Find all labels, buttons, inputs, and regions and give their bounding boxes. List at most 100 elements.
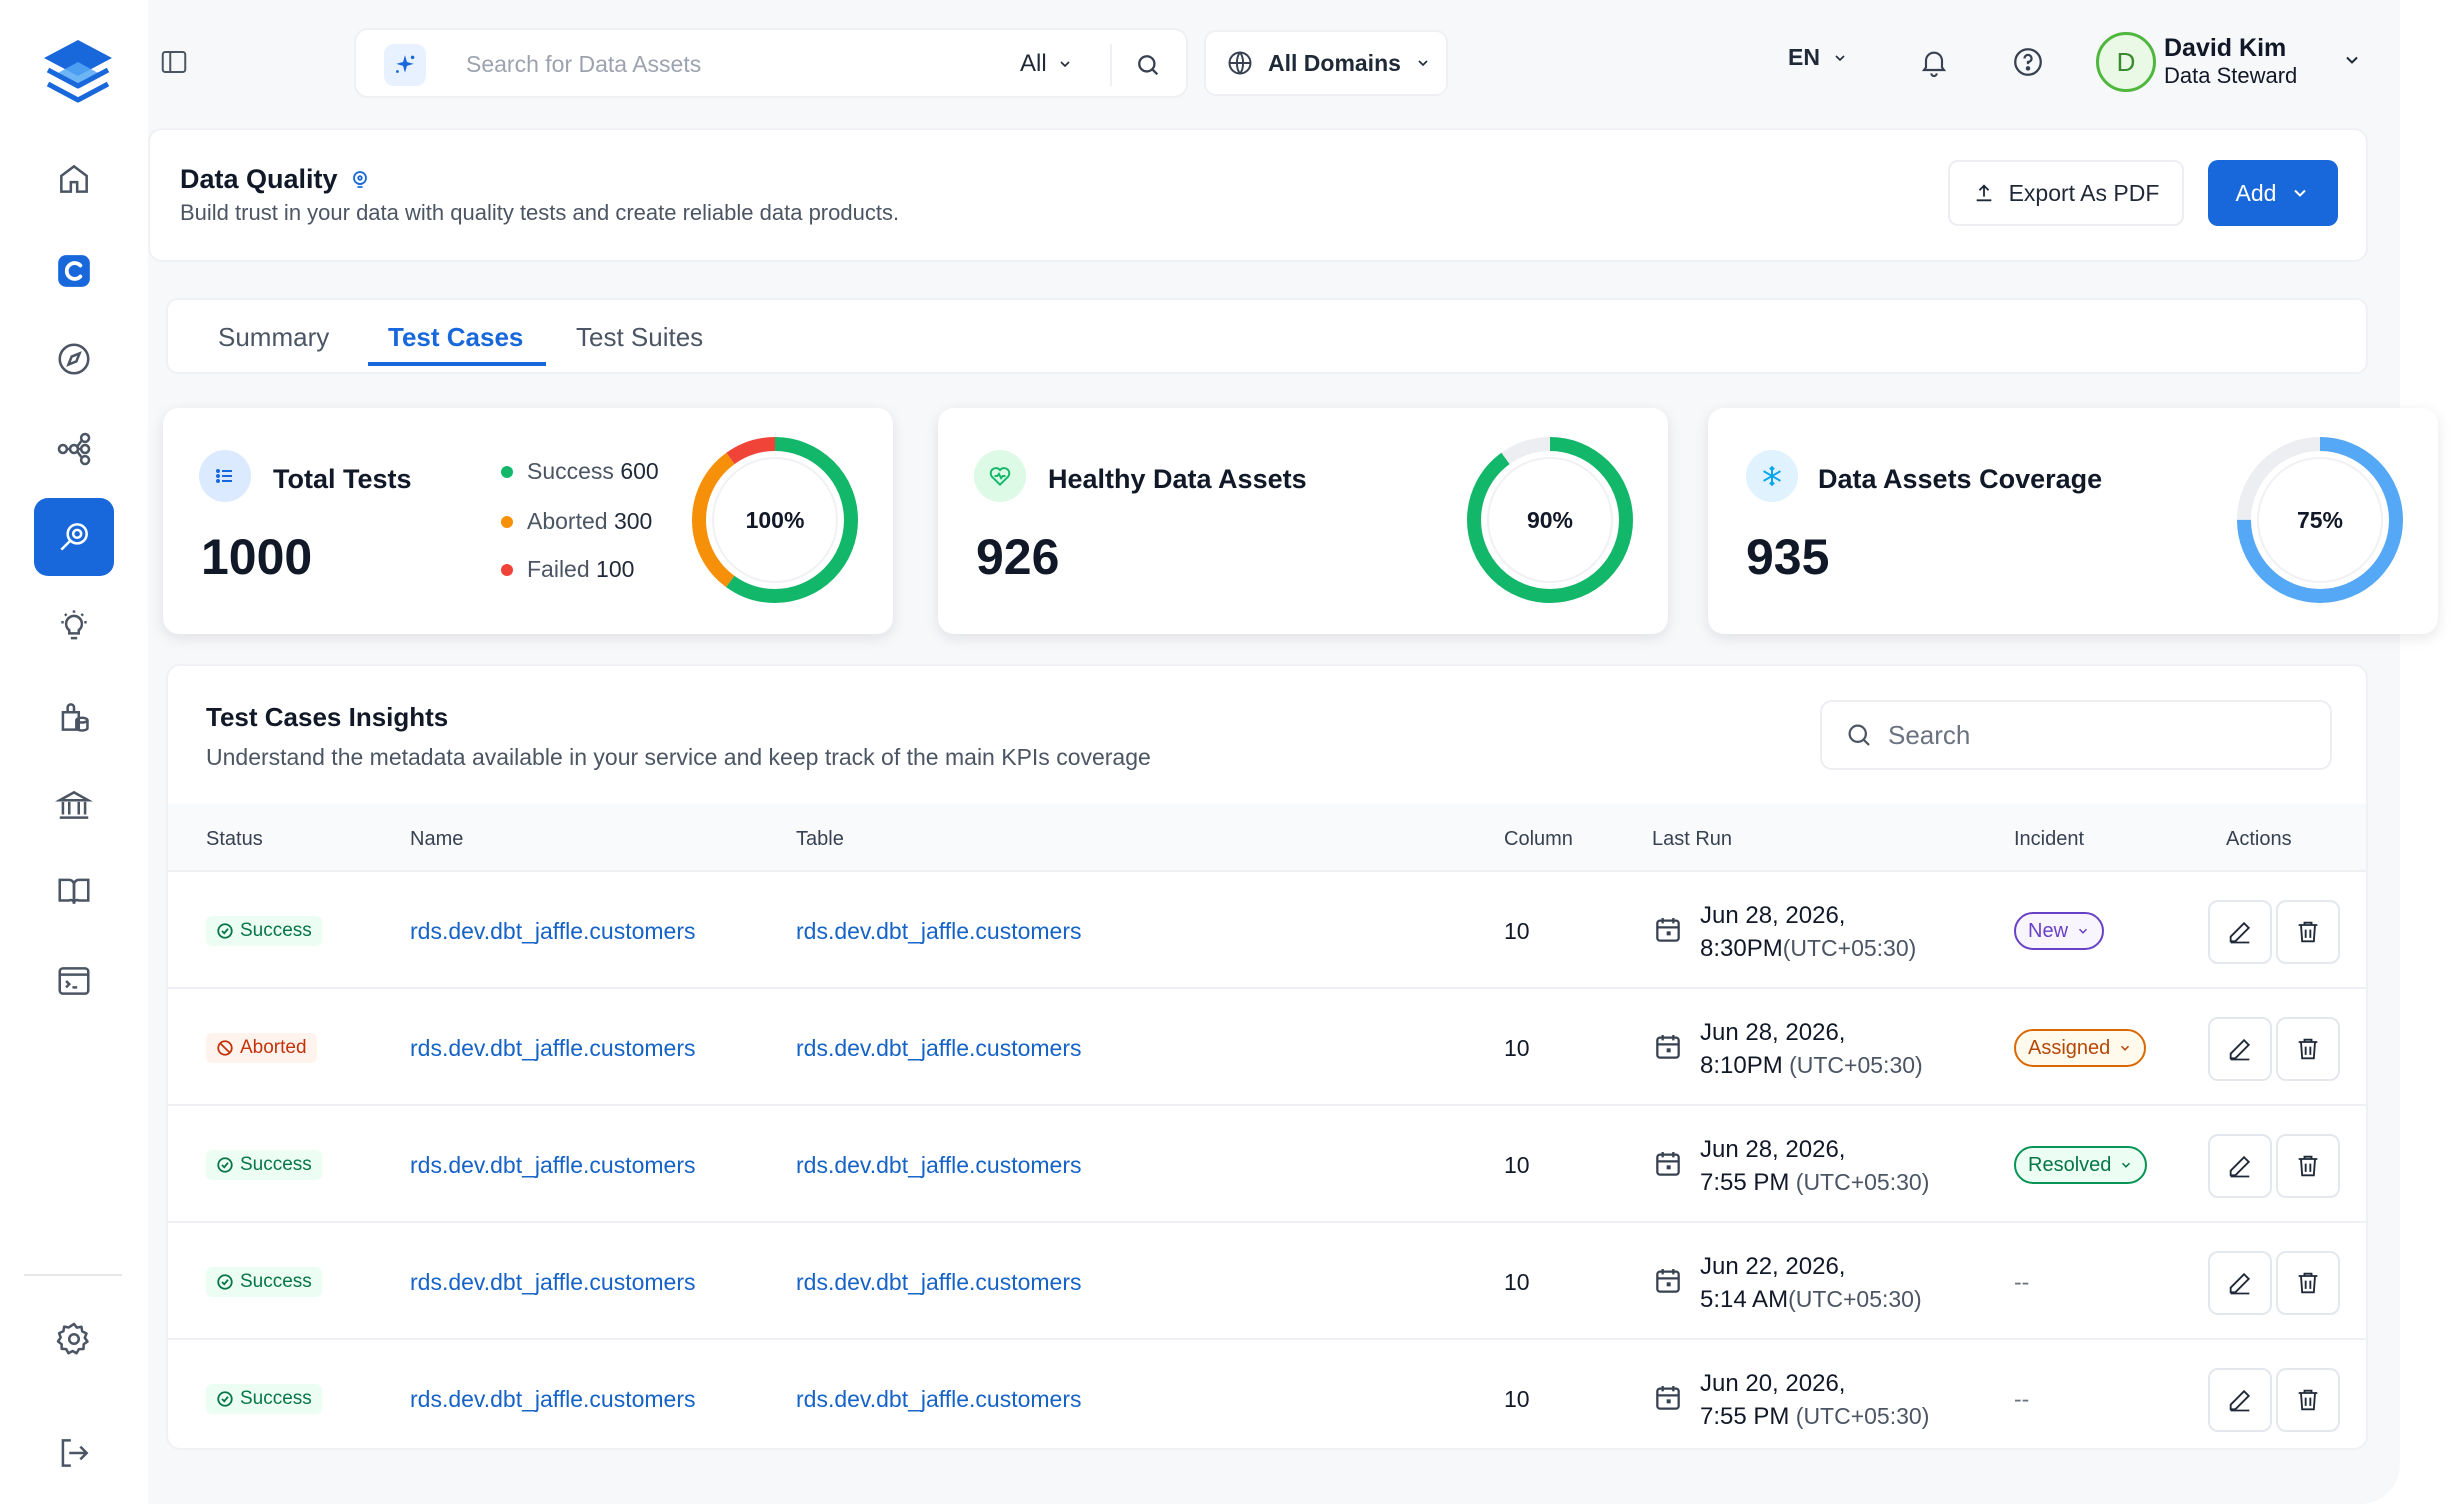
last-run-timezone: (UTC+05:30) <box>1788 1286 1922 1312</box>
sidebar <box>0 0 148 1504</box>
last-run: Jun 28, 2026, 8:30PM(UTC+05:30) <box>1700 900 1916 965</box>
test-case-name-link[interactable]: rds.dev.dbt_jaffle.customers <box>410 1035 696 1062</box>
incident-label: New <box>2028 919 2069 942</box>
incident-status-dropdown[interactable]: New <box>2014 912 2105 950</box>
sidebar-item-logout[interactable] <box>34 1414 114 1492</box>
last-run: Jun 28, 2026, 8:10PM (UTC+05:30) <box>1700 1017 1923 1082</box>
chevron-down-icon <box>2294 189 2307 197</box>
test-cases-insights: Test Cases Insights Understand the metad… <box>166 664 2368 1450</box>
ban-icon <box>217 1040 233 1056</box>
coverage-card: Data Assets Coverage 935 75% <box>1708 408 2438 634</box>
edit-button[interactable] <box>2208 1134 2272 1198</box>
delete-button[interactable] <box>2276 1017 2340 1081</box>
sidebar-item-insights[interactable] <box>34 588 114 666</box>
table-row: Success rds.dev.dbt_jaffle.customers rds… <box>168 874 2366 989</box>
status-badge: Success <box>206 1150 322 1180</box>
test-case-name-link[interactable]: rds.dev.dbt_jaffle.customers <box>410 918 696 945</box>
search-submit-button[interactable] <box>1126 44 1170 86</box>
global-search-input[interactable]: Search for Data Assets <box>466 51 701 78</box>
col-status[interactable]: Status <box>206 828 263 851</box>
col-column[interactable]: Column <box>1504 828 1573 851</box>
book-icon <box>58 878 90 904</box>
edit-button[interactable] <box>2208 1251 2272 1315</box>
table-link[interactable]: rds.dev.dbt_jaffle.customers <box>796 1035 1082 1062</box>
coverage-label: Data Assets Coverage <box>1818 464 2103 494</box>
tab-test-suites[interactable]: Test Suites <box>576 322 703 353</box>
search-icon <box>1138 55 1159 76</box>
calendar-icon <box>1656 918 1680 942</box>
user-menu-button[interactable] <box>2342 50 2362 70</box>
check-circle-icon <box>217 1391 233 1407</box>
col-incident[interactable]: Incident <box>2014 828 2084 851</box>
col-actions: Actions <box>2226 828 2292 850</box>
test-case-name-link[interactable]: rds.dev.dbt_jaffle.customers <box>410 1386 696 1413</box>
avatar[interactable]: D <box>2096 32 2156 92</box>
trash-icon <box>2298 1272 2318 1294</box>
sidebar-item-collate[interactable] <box>34 232 114 310</box>
col-name[interactable]: Name <box>410 828 463 851</box>
sidebar-item-home[interactable] <box>34 140 114 218</box>
calendar-icon-wrap <box>1652 1031 1684 1068</box>
bell-icon <box>1921 51 1947 77</box>
table-link[interactable]: rds.dev.dbt_jaffle.customers <box>796 918 1082 945</box>
help-button[interactable] <box>2006 40 2050 84</box>
domains-dropdown[interactable]: All Domains <box>1204 30 1448 96</box>
data-quality-icon <box>60 523 88 551</box>
table-link[interactable]: rds.dev.dbt_jaffle.customers <box>796 1269 1082 1296</box>
calendar-icon-wrap <box>1652 1265 1684 1302</box>
last-run-timezone: (UTC+05:30) <box>1782 1052 1923 1078</box>
legend-failed-name: Failed <box>527 556 590 582</box>
last-run-timezone: (UTC+05:30) <box>1789 1403 1930 1429</box>
last-run-time: 8:30PM <box>1700 935 1783 962</box>
test-case-name-link[interactable]: rds.dev.dbt_jaffle.customers <box>410 1269 696 1296</box>
check-circle-icon <box>217 1274 233 1290</box>
sidebar-item-governance[interactable] <box>34 766 114 844</box>
table-link[interactable]: rds.dev.dbt_jaffle.customers <box>796 1386 1082 1413</box>
add-button[interactable]: Add <box>2208 160 2338 226</box>
table-link[interactable]: rds.dev.dbt_jaffle.customers <box>796 1152 1082 1179</box>
language-dropdown[interactable]: EN <box>1788 44 1848 71</box>
sidebar-item-glossary[interactable] <box>34 852 114 930</box>
incident-status-dropdown[interactable]: Assigned <box>2014 1029 2147 1067</box>
notifications-button[interactable] <box>1912 40 1956 84</box>
delete-button[interactable] <box>2276 1251 2340 1315</box>
edit-button[interactable] <box>2208 1017 2272 1081</box>
sidebar-item-explore[interactable] <box>34 320 114 398</box>
tab-test-cases[interactable]: Test Cases <box>388 322 523 353</box>
healthy-assets-donut: 90% <box>1464 434 1636 606</box>
search-scope-dropdown[interactable]: All <box>1020 50 1073 78</box>
ai-sparkle-icon[interactable] <box>384 44 426 86</box>
last-run-date: Jun 28, 2026, <box>1700 1136 1846 1163</box>
sidebar-item-settings[interactable] <box>34 1300 114 1378</box>
sidebar-item-lineage[interactable] <box>34 410 114 488</box>
delete-button[interactable] <box>2276 1368 2340 1432</box>
last-run-time: 8:10PM <box>1700 1052 1783 1079</box>
chevron-down-icon <box>1418 60 1428 67</box>
sidebar-item-domains[interactable] <box>34 678 114 756</box>
edit-button[interactable] <box>2208 1368 2272 1432</box>
col-last-run[interactable]: Last Run <box>1652 828 1732 851</box>
lightbulb-info-icon[interactable] <box>348 168 372 192</box>
delete-button[interactable] <box>2276 1134 2340 1198</box>
check-circle-icon <box>217 1157 233 1173</box>
healthy-assets-label: Healthy Data Assets <box>1048 464 1307 494</box>
app-window: Search for Data Assets All All Domains E… <box>0 0 2438 1504</box>
status-badge: Success <box>206 1267 322 1297</box>
incident-status-dropdown[interactable]: Resolved <box>2014 1146 2148 1184</box>
delete-button[interactable] <box>2276 900 2340 964</box>
col-table[interactable]: Table <box>796 828 844 851</box>
insights-search-input[interactable]: Search <box>1820 700 2332 770</box>
edit-button[interactable] <box>2208 900 2272 964</box>
tab-summary[interactable]: Summary <box>218 322 329 353</box>
export-pdf-button[interactable]: Export As PDF <box>1948 160 2184 226</box>
sidebar-item-api[interactable] <box>34 942 114 1020</box>
sidebar-item-data-quality[interactable] <box>34 498 114 576</box>
legend-success-name: Success <box>527 458 614 484</box>
app-logo-icon[interactable] <box>40 36 116 108</box>
search-divider <box>1110 44 1112 86</box>
sidebar-toggle-button[interactable] <box>154 42 194 82</box>
test-case-name-link[interactable]: rds.dev.dbt_jaffle.customers <box>410 1152 696 1179</box>
total-tests-percent: 100% <box>745 506 805 533</box>
calendar-icon <box>1656 1152 1680 1176</box>
top-bar: Search for Data Assets All All Domains E… <box>148 0 2400 124</box>
